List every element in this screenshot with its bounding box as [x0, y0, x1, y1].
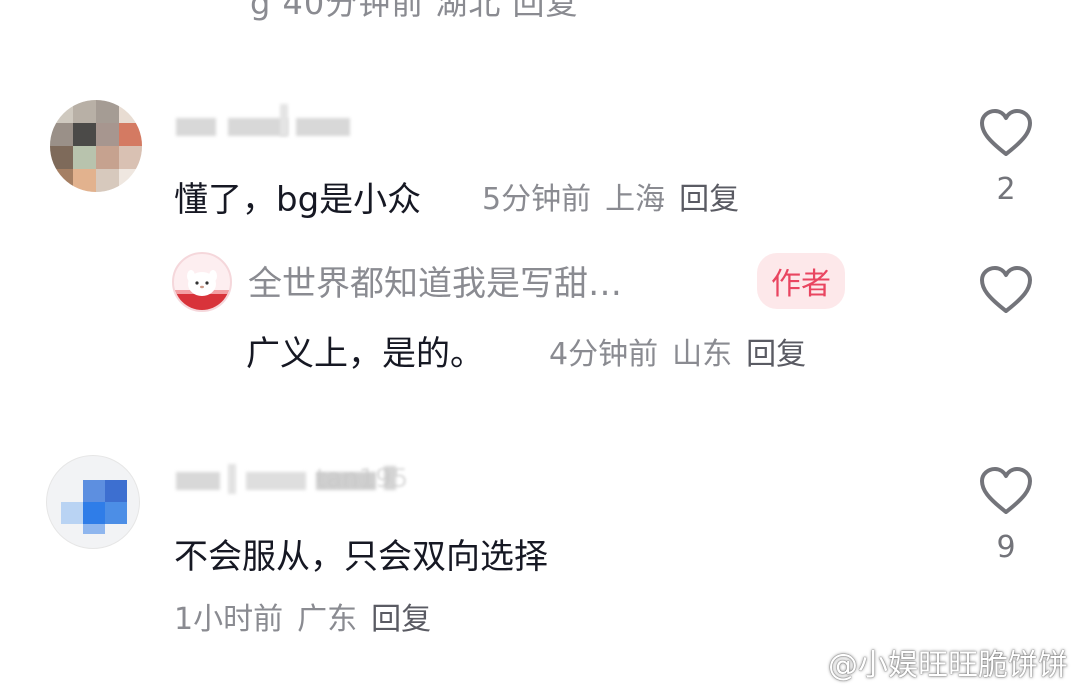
username-obscured[interactable] [176, 104, 356, 136]
watermark-text: @小娱旺旺脆饼饼 [828, 648, 1068, 683]
watermark: @小娱旺旺脆饼饼 [788, 640, 1068, 684]
avatar[interactable] [50, 100, 142, 192]
reply-meta: 4分钟前 山东 回复 [549, 329, 820, 373]
like-button[interactable] [976, 265, 1036, 315]
like-button[interactable]: 2 [976, 108, 1036, 207]
previous-comment-meta: g 40分钟前 湖北 回复 [250, 0, 579, 22]
username-obscured[interactable]: tan195 [176, 464, 409, 496]
like-count: 2 [996, 172, 1016, 207]
comment-text: 懂了，bg是小众 [174, 180, 422, 220]
reply-text: 广义上，是的。 [246, 334, 484, 374]
username-partial-text: tan195 [316, 464, 409, 494]
author-name[interactable]: 全世界都知道我是写甜… [248, 256, 622, 305]
comment-location: 上海 [605, 182, 666, 217]
author-badge: 作者 [757, 253, 845, 309]
comment-time: 1小时前 [174, 602, 284, 637]
author-avatar[interactable] [172, 252, 232, 312]
reply-time: 4分钟前 [549, 337, 659, 372]
reply-location: 山东 [672, 337, 733, 372]
comment-text: 不会服从，只会双向选择 [174, 537, 548, 577]
reply-button[interactable]: 回复 [746, 337, 806, 372]
comment-meta: 5分钟前 上海 回复 [482, 174, 753, 218]
like-button[interactable]: 9 [976, 466, 1036, 565]
heart-outline-icon[interactable] [978, 466, 1034, 516]
comment-location: 广东 [297, 602, 358, 637]
like-count: 9 [996, 530, 1016, 565]
comment-time: 5分钟前 [482, 182, 592, 217]
heart-outline-icon[interactable] [978, 265, 1034, 315]
weibo-logo-icon [788, 651, 820, 676]
reply-button[interactable]: 回复 [371, 602, 431, 637]
avatar[interactable] [46, 455, 140, 549]
reply-button[interactable]: 回复 [679, 182, 739, 217]
heart-outline-icon[interactable] [978, 108, 1034, 158]
comment-meta: 1小时前 广东 回复 [174, 594, 445, 638]
